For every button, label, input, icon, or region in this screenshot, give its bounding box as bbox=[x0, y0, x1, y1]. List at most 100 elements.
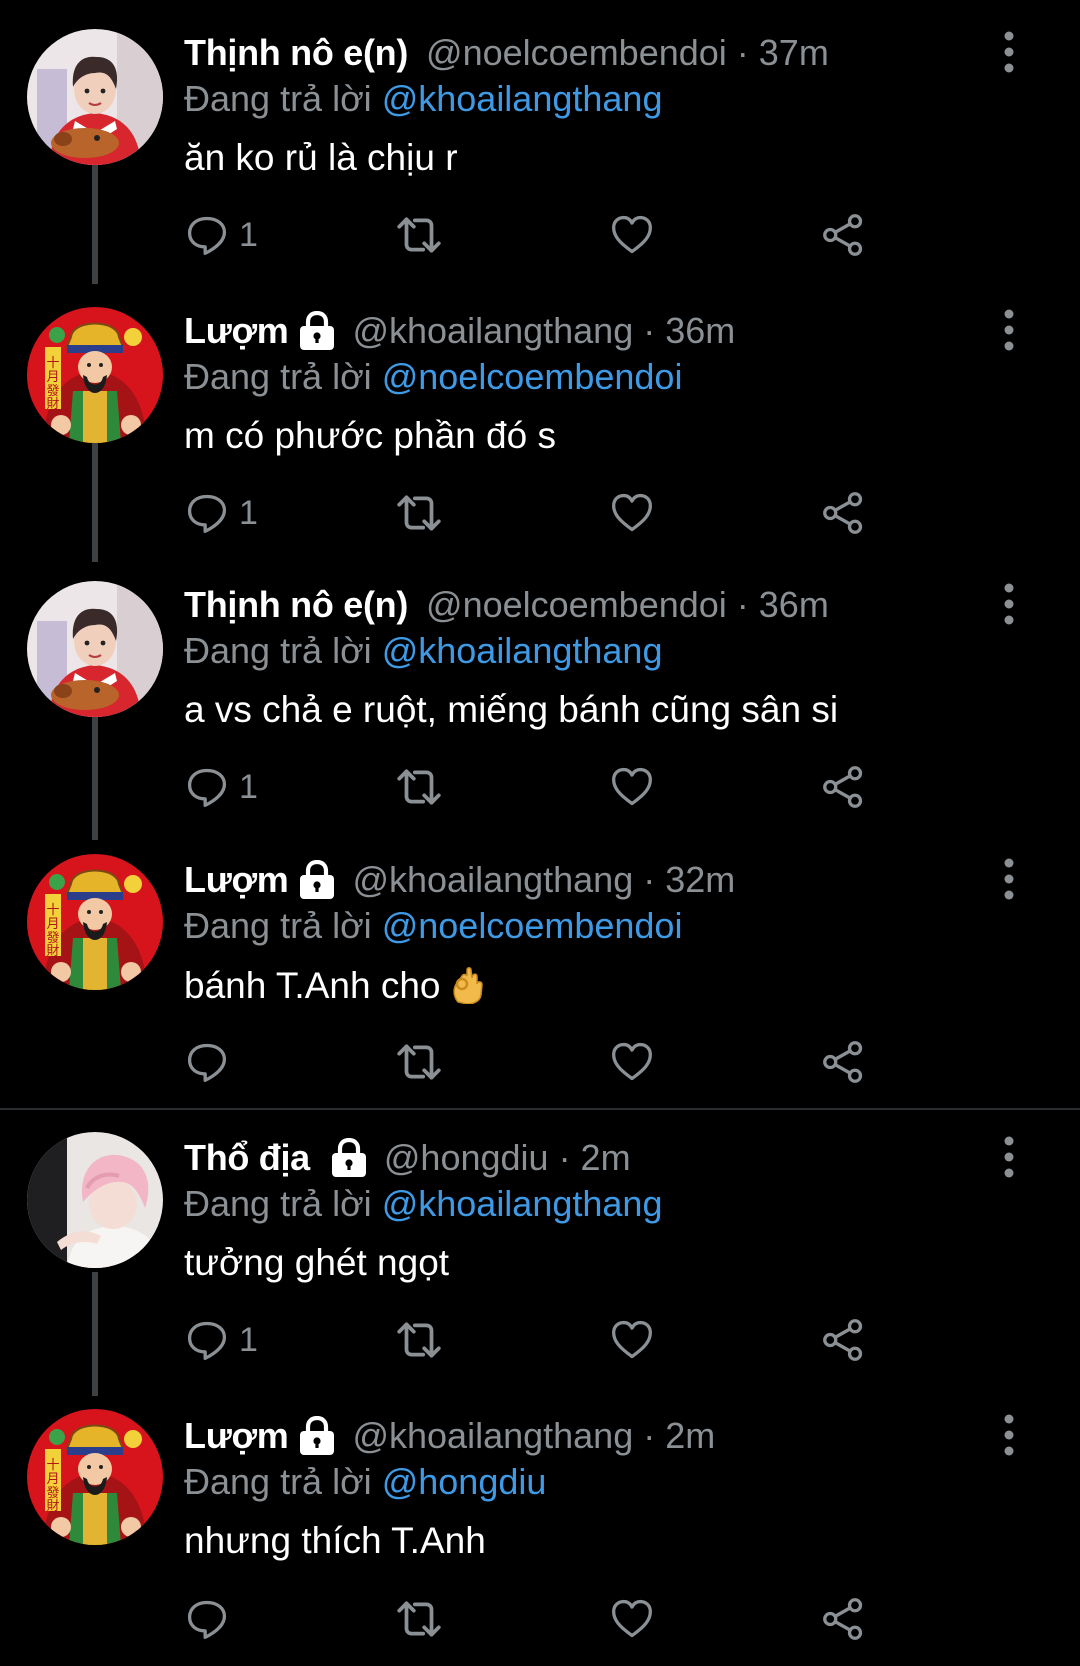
reply-button[interactable]: 1 bbox=[185, 488, 258, 538]
reply-count: 1 bbox=[239, 215, 258, 254]
share-button[interactable] bbox=[822, 1037, 866, 1087]
mention-link[interactable]: @khoailangthang bbox=[382, 78, 663, 119]
reply-context: Đang trả lời @noelcoembendoi bbox=[184, 356, 682, 398]
timestamp[interactable]: · 36m bbox=[737, 584, 829, 626]
reply-button[interactable] bbox=[185, 1037, 229, 1087]
retweet-button[interactable] bbox=[394, 488, 444, 538]
timestamp[interactable]: · 36m bbox=[643, 310, 735, 352]
avatar[interactable] bbox=[27, 1409, 163, 1545]
retweet-button[interactable] bbox=[394, 762, 444, 812]
mention-link[interactable]: @noelcoembendoi bbox=[382, 356, 683, 397]
tweet-text: tưởng ghét ngọt bbox=[184, 1242, 450, 1283]
reply-prefix: Đang trả lời bbox=[184, 78, 372, 119]
like-icon bbox=[610, 213, 654, 257]
more-options-icon[interactable] bbox=[994, 857, 1024, 901]
santa-boy-avatar bbox=[27, 29, 163, 165]
tweet-text-container: bánh T.Anh cho bbox=[184, 964, 488, 1007]
more-options-icon[interactable] bbox=[994, 1413, 1024, 1457]
handle[interactable]: @khoailangthang bbox=[352, 1415, 633, 1457]
display-name[interactable]: Lượm bbox=[184, 1415, 289, 1457]
like-button[interactable] bbox=[610, 1037, 654, 1087]
reply-icon bbox=[185, 1318, 229, 1362]
avatar[interactable] bbox=[27, 307, 163, 443]
handle[interactable]: @khoailangthang bbox=[352, 310, 633, 352]
share-button[interactable] bbox=[822, 1315, 866, 1365]
share-icon bbox=[822, 1318, 866, 1362]
retweet-button[interactable] bbox=[394, 1037, 444, 1087]
tweet-text: m có phước phần đó s bbox=[184, 415, 556, 456]
retweet-icon bbox=[394, 1037, 444, 1087]
reply-prefix: Đang trả lời bbox=[184, 630, 372, 671]
tweet[interactable]: Lượm @khoailangthang · 2m Đang trả lời @… bbox=[0, 1388, 1080, 1666]
display-name[interactable]: Thổ địa bbox=[184, 1137, 310, 1179]
reply-icon bbox=[185, 1597, 229, 1641]
lock-icon bbox=[296, 1416, 338, 1456]
timestamp[interactable]: · 37m bbox=[737, 32, 829, 74]
tweet-header: Thịnh nô e(n) @noelcoembendoi · 36m bbox=[184, 580, 829, 630]
mention-link[interactable]: @hongdiu bbox=[382, 1461, 547, 1502]
retweet-icon bbox=[394, 1315, 444, 1365]
more-options-icon[interactable] bbox=[994, 308, 1024, 352]
like-button[interactable] bbox=[610, 1315, 654, 1365]
more-options-icon[interactable] bbox=[994, 30, 1024, 74]
reply-icon bbox=[185, 491, 229, 535]
mention-link[interactable]: @khoailangthang bbox=[382, 1183, 663, 1224]
display-name[interactable]: Lượm bbox=[184, 859, 289, 901]
avatar[interactable] bbox=[27, 29, 163, 165]
like-button[interactable] bbox=[610, 488, 654, 538]
avatar[interactable] bbox=[27, 1132, 163, 1268]
tweet-header: Lượm @khoailangthang · 32m bbox=[184, 855, 735, 905]
reply-context: Đang trả lời @noelcoembendoi bbox=[184, 905, 682, 947]
display-name[interactable]: Thịnh nô e(n) bbox=[184, 584, 408, 626]
share-button[interactable] bbox=[822, 762, 866, 812]
avatar[interactable] bbox=[27, 854, 163, 990]
like-button[interactable] bbox=[610, 1594, 654, 1644]
share-icon bbox=[822, 1597, 866, 1641]
more-options-icon[interactable] bbox=[994, 582, 1024, 626]
like-icon bbox=[610, 1040, 654, 1084]
handle[interactable]: @noelcoembendoi bbox=[426, 32, 727, 74]
share-button[interactable] bbox=[822, 488, 866, 538]
reply-prefix: Đang trả lời bbox=[184, 1461, 372, 1502]
mention-link[interactable]: @noelcoembendoi bbox=[382, 905, 683, 946]
share-icon bbox=[822, 213, 866, 257]
tweet-header: Lượm @khoailangthang · 36m bbox=[184, 306, 735, 356]
handle[interactable]: @noelcoembendoi bbox=[426, 584, 727, 626]
reply-context: Đang trả lời @khoailangthang bbox=[184, 78, 662, 120]
tweet[interactable]: Lượm @khoailangthang · 36m Đang trả lời … bbox=[0, 278, 1080, 556]
reply-context: Đang trả lời @hongdiu bbox=[184, 1461, 546, 1503]
retweet-button[interactable] bbox=[394, 210, 444, 260]
tweet[interactable]: Thổ địa @hongdiu · 2m Đang trả lời @khoa… bbox=[0, 1110, 1080, 1388]
reply-prefix: Đang trả lời bbox=[184, 356, 372, 397]
retweet-icon bbox=[394, 762, 444, 812]
mention-link[interactable]: @khoailangthang bbox=[382, 630, 663, 671]
display-name[interactable]: Lượm bbox=[184, 310, 289, 352]
reply-button[interactable] bbox=[185, 1594, 229, 1644]
tweet[interactable]: Thịnh nô e(n) @noelcoembendoi · 36m Đang… bbox=[0, 556, 1080, 834]
display-name[interactable]: Thịnh nô e(n) bbox=[184, 32, 408, 74]
reply-button[interactable]: 1 bbox=[185, 1315, 258, 1365]
reply-count: 1 bbox=[239, 493, 258, 532]
timestamp[interactable]: · 32m bbox=[643, 859, 735, 901]
timestamp[interactable]: · 2m bbox=[559, 1137, 631, 1179]
reply-button[interactable]: 1 bbox=[185, 762, 258, 812]
share-button[interactable] bbox=[822, 1594, 866, 1644]
timestamp[interactable]: · 2m bbox=[643, 1415, 715, 1457]
retweet-button[interactable] bbox=[394, 1315, 444, 1365]
handle[interactable]: @khoailangthang bbox=[352, 859, 633, 901]
like-button[interactable] bbox=[610, 762, 654, 812]
retweet-button[interactable] bbox=[394, 1594, 444, 1644]
tweet[interactable]: Lượm @khoailangthang · 32m Đang trả lời … bbox=[0, 834, 1080, 1108]
god-of-wealth-avatar bbox=[27, 307, 163, 443]
reply-button[interactable]: 1 bbox=[185, 210, 258, 260]
lock-icon bbox=[296, 860, 338, 900]
share-button[interactable] bbox=[822, 210, 866, 260]
more-options-icon[interactable] bbox=[994, 1135, 1024, 1179]
ok-hand-emoji bbox=[450, 964, 488, 1004]
handle[interactable]: @hongdiu bbox=[384, 1137, 549, 1179]
retweet-icon bbox=[394, 488, 444, 538]
like-button[interactable] bbox=[610, 210, 654, 260]
retweet-icon bbox=[394, 1594, 444, 1644]
tweet[interactable]: Thịnh nô e(n) @noelcoembendoi · 37m Đang… bbox=[0, 0, 1080, 278]
avatar[interactable] bbox=[27, 581, 163, 717]
